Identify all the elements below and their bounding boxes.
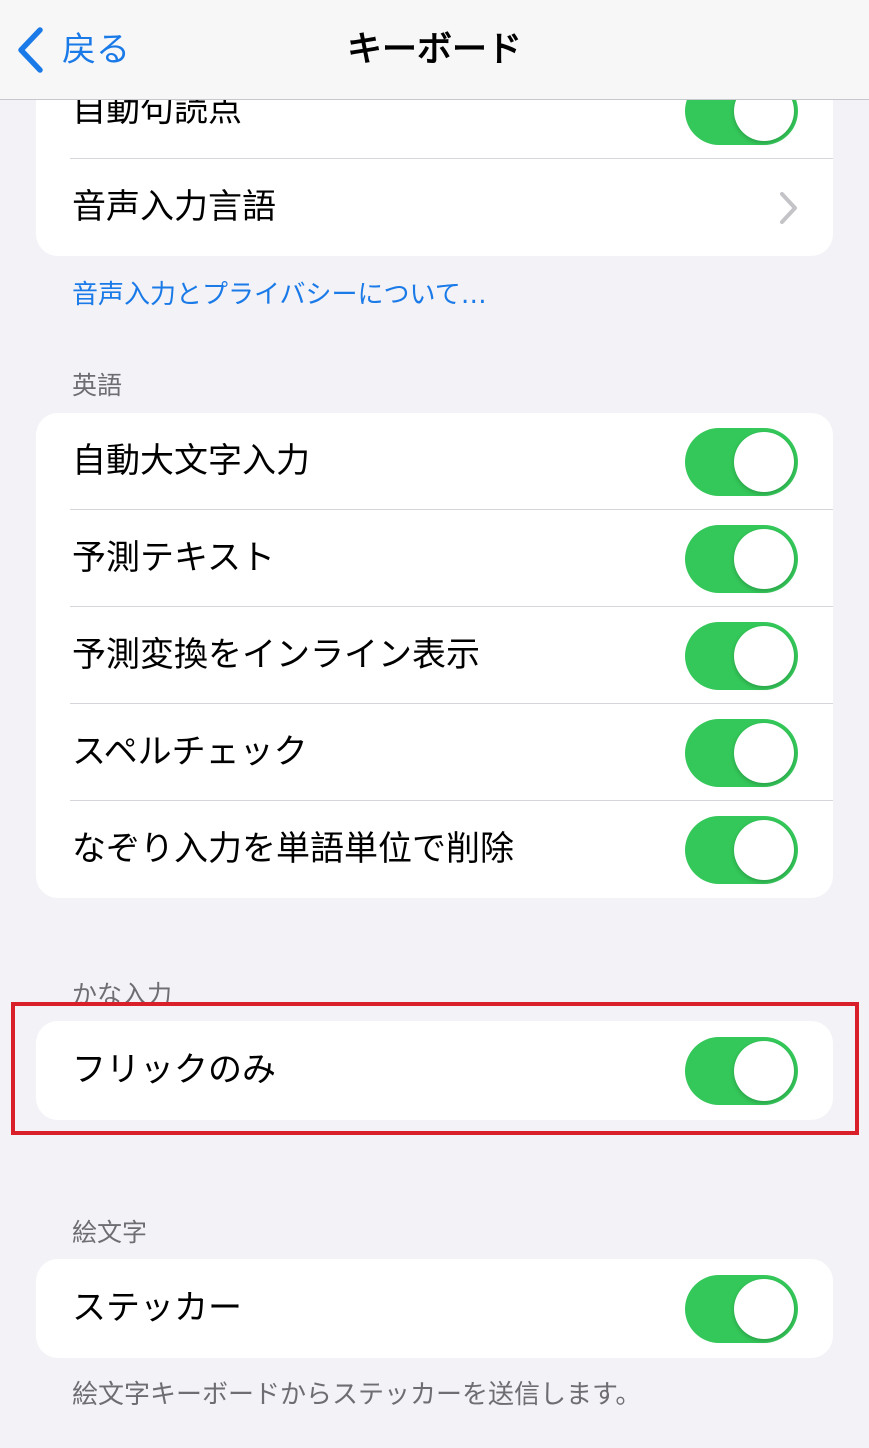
emoji-footer-note: 絵文字キーボードからステッカーを送信します。	[72, 1380, 642, 1410]
group-kana: フリックのみ	[36, 1021, 833, 1120]
row-label: スペルチェック	[72, 732, 308, 772]
row-dictation-languages[interactable]: 音声入力言語	[36, 159, 833, 256]
toggle-knob	[734, 1041, 794, 1101]
group-emoji: ステッカー	[36, 1259, 833, 1358]
auto-capitalization-toggle[interactable]	[685, 428, 798, 496]
row-label: 予測テキスト	[72, 538, 275, 578]
row-check-spelling: スペルチェック	[36, 704, 833, 801]
toggle-knob	[734, 626, 794, 686]
stickers-toggle[interactable]	[685, 1275, 798, 1343]
toggle-knob	[734, 723, 794, 783]
delete-slide-to-type-toggle[interactable]	[685, 816, 798, 884]
row-label: 予測変換をインライン表示	[72, 635, 480, 675]
section-header-emoji: 絵文字	[72, 1218, 148, 1247]
page-title: キーボード	[346, 30, 522, 70]
row-inline-predictions: 予測変換をインライン表示	[36, 607, 833, 704]
row-predictive-text: 予測テキスト	[36, 510, 833, 607]
screen: 戻る キーボード 自動句読点 音声入力言語 音声入力とプライバシーについて… 英…	[0, 0, 869, 1448]
row-flick-only: フリックのみ	[36, 1021, 833, 1120]
row-label: なぞり入力を単語単位で削除	[72, 829, 514, 869]
toggle-knob	[734, 820, 794, 880]
row-label: ステッカー	[72, 1288, 242, 1328]
chevron-right-icon	[780, 192, 797, 224]
row-label: 自動大文字入力	[72, 441, 310, 481]
toggle-knob	[734, 529, 794, 589]
row-label: フリックのみ	[72, 1050, 276, 1090]
row-label: 音声入力言語	[72, 187, 276, 227]
predictive-text-toggle[interactable]	[685, 525, 798, 593]
check-spelling-toggle[interactable]	[685, 719, 798, 787]
row-stickers: ステッカー	[36, 1259, 833, 1358]
navigation-bar: 戻る キーボード	[0, 0, 869, 100]
section-header-kana: かな入力	[72, 980, 173, 1009]
group-english: 自動大文字入力 予測テキスト 予測変換をインライン表示 スペルチェック なぞり入…	[36, 413, 833, 898]
dictation-privacy-link[interactable]: 音声入力とプライバシーについて…	[72, 274, 487, 311]
toggle-knob	[734, 432, 794, 492]
row-auto-capitalization: 自動大文字入力	[36, 413, 833, 510]
toggle-knob	[734, 1279, 794, 1339]
section-header-english: 英語	[72, 371, 123, 400]
row-delete-slide-to-type: なぞり入力を単語単位で削除	[36, 801, 833, 898]
inline-predictions-toggle[interactable]	[685, 622, 798, 690]
flick-only-toggle[interactable]	[685, 1037, 798, 1105]
